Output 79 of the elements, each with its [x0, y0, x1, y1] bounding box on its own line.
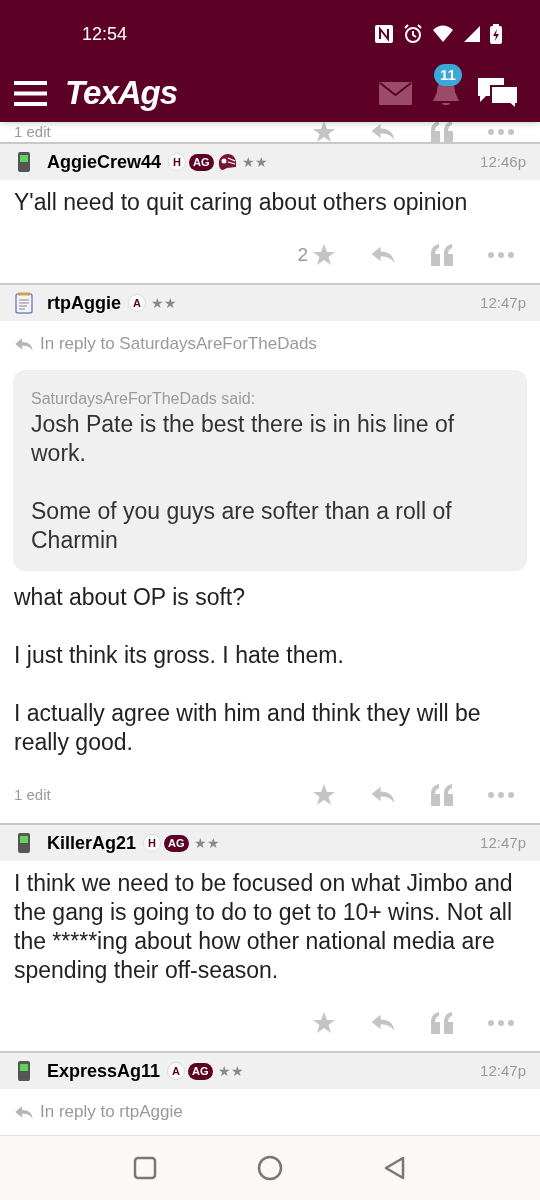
alarm-icon — [403, 24, 423, 44]
username[interactable]: rtpAggie — [47, 289, 121, 317]
more-icon — [488, 792, 514, 798]
rank-badge: A — [167, 1062, 186, 1080]
mail-icon — [379, 81, 412, 105]
group-badge: AG — [188, 1062, 213, 1080]
user-rank: ★★ — [151, 293, 177, 313]
rank-badge: A — [128, 294, 146, 312]
nfc-icon — [374, 24, 394, 44]
post-text: Y'all need to quit caring about others opinion — [14, 188, 469, 217]
post-text: I just think its gross. I hate them. — [14, 641, 345, 670]
chat-button[interactable] — [476, 76, 520, 110]
menu-icon — [14, 80, 47, 106]
recents-icon[interactable] — [133, 1156, 157, 1180]
post-time: 12:47p — [480, 832, 526, 853]
rank-badge: H — [168, 153, 187, 171]
more-button[interactable] — [488, 252, 514, 258]
phone-icon — [17, 832, 31, 854]
signal-icon — [463, 25, 481, 43]
post-text: I actually agree with him and think they will be really good. — [14, 699, 482, 757]
home-icon[interactable] — [257, 1155, 283, 1181]
group-badge: AG — [164, 834, 189, 852]
reply-button[interactable] — [370, 785, 396, 805]
menu-button[interactable] — [14, 80, 47, 106]
star-icon — [312, 783, 336, 807]
chat-icon — [476, 76, 520, 110]
username[interactable]: KillerAg21 — [47, 829, 137, 857]
quote-button[interactable] — [430, 784, 454, 806]
battery-icon — [490, 24, 502, 44]
more-button[interactable] — [488, 1020, 514, 1026]
username[interactable]: AggieCrew44 — [47, 148, 162, 176]
quote-author: SaturdaysAreForTheDads said: — [31, 389, 257, 409]
user-rank: ★★ — [241, 152, 268, 172]
quote-icon — [430, 784, 454, 806]
clock: 12:54 — [82, 22, 128, 46]
post-text: what about OP is soft? — [14, 583, 246, 612]
star-icon — [312, 243, 336, 267]
more-button[interactable] — [488, 792, 514, 798]
reply-icon — [14, 336, 34, 352]
phone-icon — [17, 1060, 31, 1082]
notepad-icon — [15, 292, 33, 314]
messages-button[interactable] — [379, 81, 412, 105]
more-icon — [488, 252, 514, 258]
reply-icon — [370, 785, 396, 805]
quote-button[interactable] — [430, 1012, 454, 1034]
user-rank: ★★ — [193, 833, 220, 853]
post-time: 12:46p — [480, 151, 526, 172]
more-button[interactable] — [488, 129, 514, 135]
notification-badge: 11 — [434, 64, 462, 86]
quote-icon — [430, 1012, 454, 1034]
edit-count: 1 edit — [14, 784, 51, 805]
rank-badge: H — [143, 834, 162, 852]
quote-icon — [430, 244, 454, 266]
quote-text: Some of you guys are softer than a roll of Charmin — [31, 497, 453, 555]
post-time: 12:47p — [480, 292, 526, 313]
reply-button[interactable] — [370, 245, 396, 265]
reply-icon — [14, 1104, 34, 1120]
reply-icon — [370, 245, 396, 265]
star-icon — [312, 1011, 336, 1035]
logo[interactable]: TexAgs — [65, 68, 177, 118]
edit-count: 1 edit — [14, 122, 51, 142]
wifi-icon — [432, 25, 454, 43]
group-badge: AG — [189, 153, 214, 171]
reply-icon — [370, 1013, 396, 1033]
post-text: I think we need to be focused on what Jimbo and the gang is going to do to get to 10+ wins. Not all the *****ing about how other national media are spending their off-season. — [14, 869, 514, 985]
user-rank: ★★ — [217, 1061, 244, 1081]
more-icon — [488, 129, 514, 135]
reply-button[interactable] — [370, 122, 396, 142]
quote-button[interactable] — [430, 122, 454, 143]
quote-text: Josh Pate is the best there is in his line of work. — [31, 410, 456, 468]
reply-icon — [370, 122, 396, 142]
helmet-icon — [216, 153, 237, 171]
more-icon — [488, 1020, 514, 1026]
quote-button[interactable] — [430, 244, 454, 266]
back-icon[interactable] — [383, 1155, 407, 1181]
username[interactable]: ExpressAg11 — [47, 1057, 161, 1085]
phone-icon — [17, 151, 31, 173]
reply-button[interactable] — [370, 1013, 396, 1033]
post-time: 12:47p — [480, 1060, 526, 1081]
